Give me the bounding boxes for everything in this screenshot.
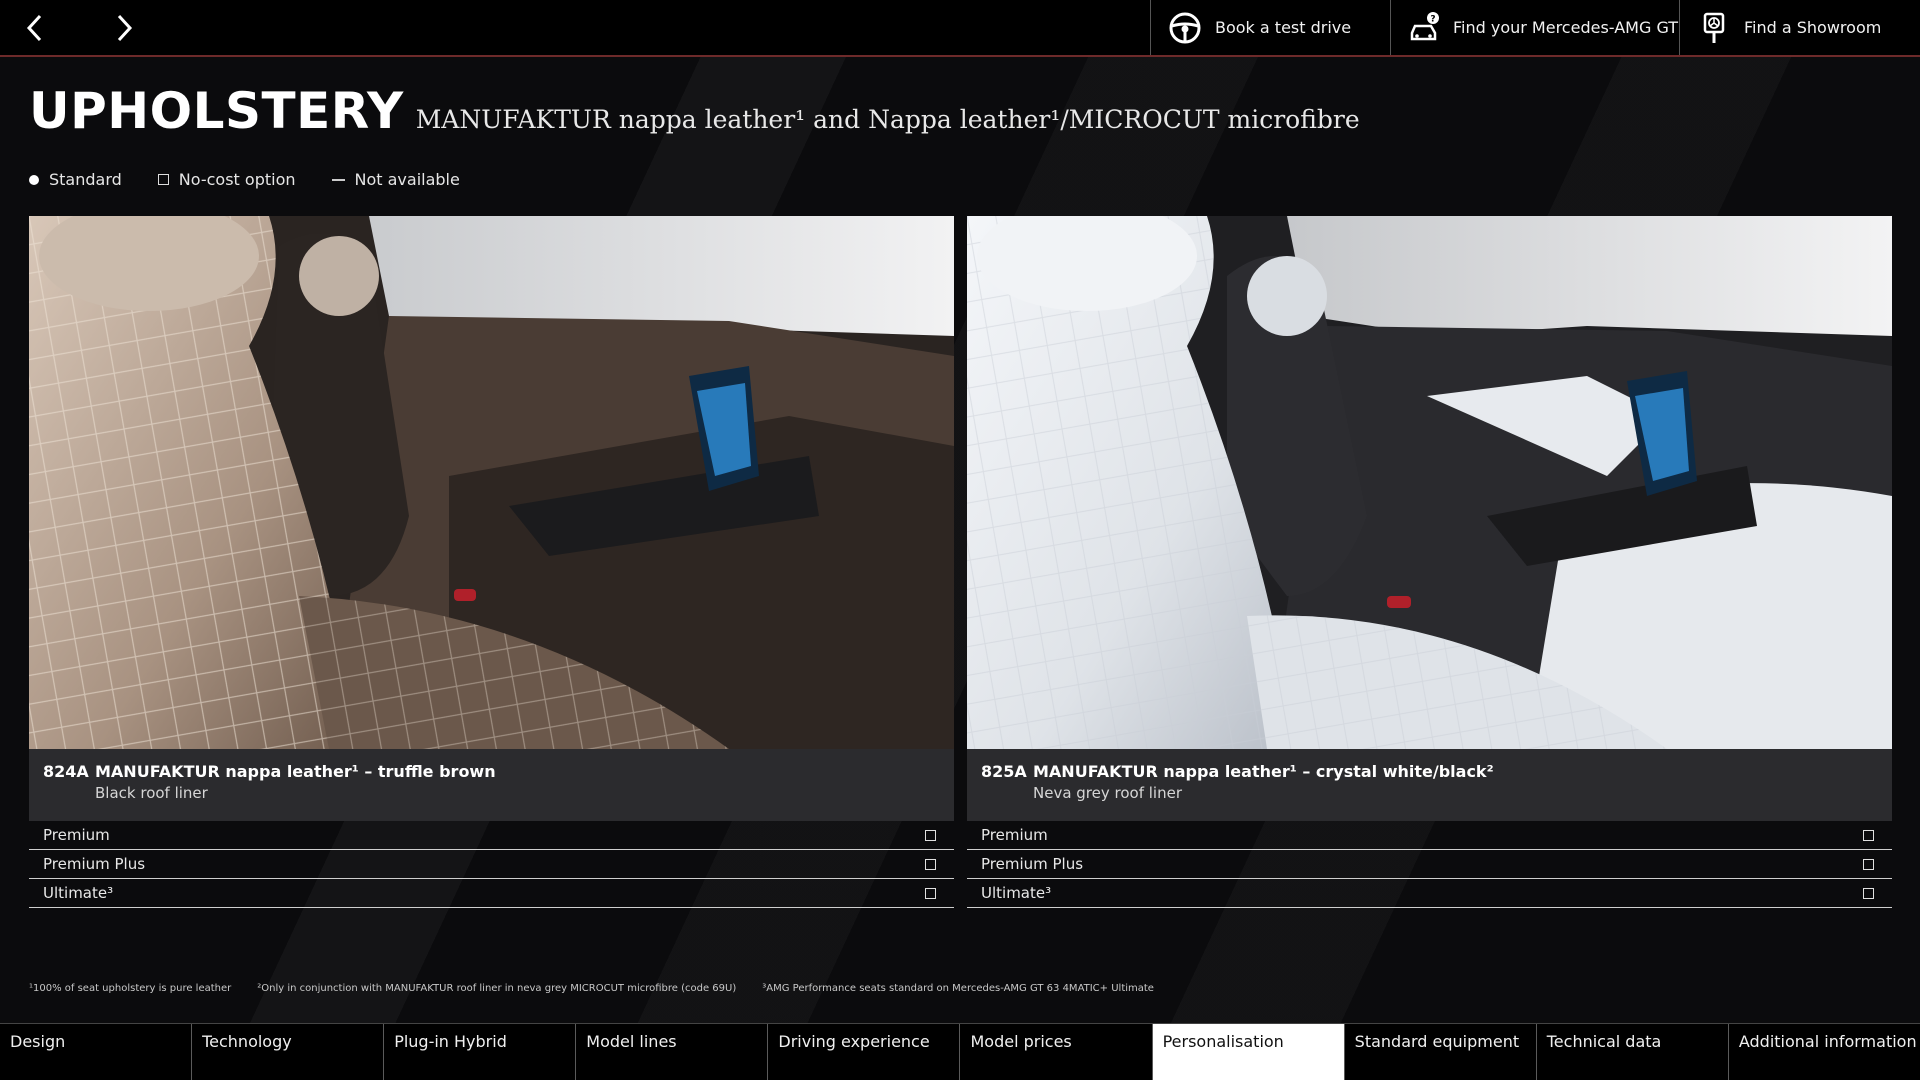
no-cost-option-icon <box>1863 829 1874 841</box>
nav-tab-model-prices[interactable]: Model prices <box>960 1024 1153 1080</box>
previous-page-button[interactable] <box>15 8 55 48</box>
nav-tab-standard-equipment[interactable]: Standard equipment <box>1345 1024 1537 1080</box>
no-cost-option-icon <box>1863 887 1874 899</box>
option-row-label: Premium <box>981 826 1048 844</box>
book-test-drive-label: Book a test drive <box>1215 18 1352 37</box>
top-actions: Book a test drive ? Find your Mercedes-A… <box>1150 0 1920 55</box>
find-showroom-button[interactable]: Find a Showroom <box>1679 0 1920 55</box>
car-question-icon: ? <box>1407 10 1441 46</box>
option-row-premium: Premium <box>967 821 1892 850</box>
map-pin-icon <box>1696 10 1732 46</box>
legend-not-available: Not available <box>331 170 460 189</box>
nav-tab-technology[interactable]: Technology <box>192 1024 385 1080</box>
interior-image-truffle-brown <box>29 216 954 749</box>
book-test-drive-button[interactable]: Book a test drive <box>1150 0 1390 55</box>
empty-square-icon <box>157 174 169 185</box>
nav-tab-driving-experience[interactable]: Driving experience <box>768 1024 961 1080</box>
title-row: UPHOLSTERY MANUFAKTUR nappa leather¹ and… <box>29 82 1360 140</box>
next-page-button[interactable] <box>104 8 144 48</box>
find-mercedes-amg-gt-button[interactable]: ? Find your Mercedes-AMG GT <box>1390 0 1679 55</box>
option-row-label: Ultimate³ <box>43 884 114 902</box>
roof-liner: Black roof liner <box>95 784 208 802</box>
option-row-premium-plus: Premium Plus <box>29 850 954 879</box>
option-code: 824A <box>43 762 89 781</box>
interior-image-crystal-white <box>967 216 1892 749</box>
card-caption: 825A MANUFAKTUR nappa leather¹ – crystal… <box>967 749 1892 821</box>
page-subtitle: MANUFAKTUR nappa leather¹ and Nappa leat… <box>415 105 1360 134</box>
nav-tab-design[interactable]: Design <box>0 1024 193 1080</box>
page-title: UPHOLSTERY <box>29 82 404 140</box>
legend: Standard No-cost option Not available <box>29 170 460 189</box>
option-row-label: Ultimate³ <box>981 884 1052 902</box>
legend-standard-label: Standard <box>49 170 122 189</box>
no-cost-option-icon <box>925 887 936 899</box>
find-showroom-label: Find a Showroom <box>1744 18 1882 37</box>
option-row-label: Premium Plus <box>981 855 1084 873</box>
no-cost-option-icon <box>1863 858 1874 870</box>
option-code: 825A <box>981 762 1027 781</box>
svg-text:?: ? <box>1430 14 1435 24</box>
nav-tab-plug-in-hybrid[interactable]: Plug-in Hybrid <box>384 1024 577 1080</box>
legend-standard: Standard <box>29 170 122 189</box>
steering-wheel-icon <box>1167 10 1203 46</box>
filled-dot-icon <box>29 174 39 185</box>
roof-liner: Neva grey roof liner <box>1033 784 1182 802</box>
card-caption: 824A MANUFAKTUR nappa leather¹ – truffle… <box>29 749 954 821</box>
chevron-right-icon <box>117 14 133 42</box>
footnote-2: ²Only in conjunction with MANUFAKTUR roo… <box>257 983 737 994</box>
upholstery-card-crystal-white: 825A MANUFAKTUR nappa leather¹ – crystal… <box>967 216 1892 908</box>
dash-icon <box>331 178 345 181</box>
nav-tab-model-lines[interactable]: Model lines <box>576 1024 769 1080</box>
bottom-nav: Design Technology Plug-in Hybrid Model l… <box>0 1023 1920 1080</box>
footnote-1: ¹100% of seat upholstery is pure leather <box>29 983 232 994</box>
legend-no-cost-label: No-cost option <box>178 170 296 189</box>
option-row-ultimate: Ultimate³ <box>29 879 954 908</box>
footnotes: ¹100% of seat upholstery is pure leather… <box>29 983 1154 994</box>
nav-tab-additional-information[interactable]: Additional information <box>1729 1024 1920 1080</box>
no-cost-option-icon <box>925 858 936 870</box>
footnote-3: ³AMG Performance seats standard on Merce… <box>762 983 1154 994</box>
nav-tab-personalisation[interactable]: Personalisation <box>1152 1024 1345 1080</box>
option-row-label: Premium Plus <box>43 855 146 873</box>
option-row-label: Premium <box>43 826 110 844</box>
find-mercedes-amg-gt-label: Find your Mercedes-AMG GT <box>1453 18 1679 37</box>
no-cost-option-icon <box>925 829 936 841</box>
option-row-ultimate: Ultimate³ <box>967 879 1892 908</box>
option-name: MANUFAKTUR nappa leather¹ – truffle brow… <box>95 762 496 781</box>
option-name: MANUFAKTUR nappa leather¹ – crystal whit… <box>1033 762 1494 781</box>
upholstery-card-truffle-brown: 824A MANUFAKTUR nappa leather¹ – truffle… <box>29 216 954 908</box>
option-row-premium: Premium <box>29 821 954 850</box>
legend-no-cost: No-cost option <box>157 170 296 189</box>
option-row-premium-plus: Premium Plus <box>967 850 1892 879</box>
nav-tab-technical-data[interactable]: Technical data <box>1537 1024 1729 1080</box>
legend-not-available-label: Not available <box>354 170 460 189</box>
chevron-left-icon <box>26 14 42 42</box>
top-bar: Book a test drive ? Find your Mercedes-A… <box>0 0 1920 57</box>
